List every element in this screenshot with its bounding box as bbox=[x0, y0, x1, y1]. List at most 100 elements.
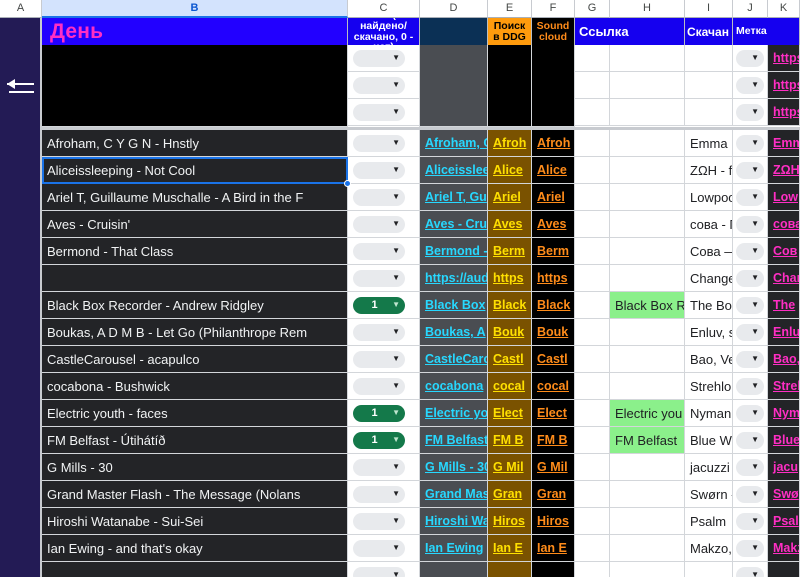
metka-cell[interactable]: ▼ bbox=[733, 211, 768, 238]
artist-cell[interactable]: Nyman bbox=[685, 400, 733, 427]
artist-cell[interactable]: Makzo, bbox=[685, 535, 733, 562]
metka-cell[interactable]: ▼ bbox=[348, 99, 419, 126]
metka-cell[interactable]: ▼ bbox=[348, 535, 420, 562]
track-title-cell[interactable] bbox=[42, 562, 348, 577]
track-title-cell[interactable]: Aliceissleeping - Not Cool bbox=[42, 157, 348, 184]
empty-cell[interactable] bbox=[610, 72, 685, 99]
metka-cell[interactable]: ▼ bbox=[733, 265, 768, 292]
empty-cell[interactable] bbox=[575, 427, 610, 454]
link-cell-k[interactable]: jacu bbox=[768, 454, 800, 481]
link-cell-d[interactable]: Grand Mas bbox=[420, 481, 488, 508]
downloaded-cell[interactable] bbox=[610, 265, 685, 292]
metka-cell[interactable]: ▼ bbox=[348, 265, 420, 292]
downloaded-cell[interactable] bbox=[610, 319, 685, 346]
dropdown-chip[interactable]: ▼ bbox=[736, 49, 764, 67]
link-cell-k[interactable]: Enlu bbox=[768, 319, 800, 346]
link-cell-e[interactable]: Berm bbox=[488, 238, 532, 265]
dropdown-chip[interactable]: ▼ bbox=[353, 161, 405, 179]
hyperlink[interactable]: Char bbox=[773, 271, 799, 285]
track-title-cell[interactable] bbox=[42, 265, 348, 292]
metka-cell[interactable]: ▼ bbox=[733, 238, 768, 265]
link-cell-d[interactable]: Ian Ewing bbox=[420, 535, 488, 562]
track-title-cell[interactable]: Ian Ewing - and that's okay bbox=[42, 535, 348, 562]
link-cell-e[interactable] bbox=[488, 562, 532, 577]
artist-cell[interactable] bbox=[685, 562, 733, 577]
downloaded-cell[interactable]: Black Box R bbox=[610, 292, 685, 319]
empty-cell[interactable] bbox=[575, 238, 610, 265]
hyperlink[interactable]: CastleCaro bbox=[425, 352, 487, 366]
link-cell-e[interactable]: Black bbox=[488, 292, 532, 319]
downloaded-cell[interactable] bbox=[610, 157, 685, 184]
empty-cell[interactable] bbox=[575, 184, 610, 211]
link-cell-e[interactable]: Ian E bbox=[488, 535, 532, 562]
link-cell-d[interactable]: Afroham, C bbox=[420, 130, 488, 157]
downloaded-cell[interactable] bbox=[610, 535, 685, 562]
link-cell-f[interactable]: Ian E bbox=[532, 535, 575, 562]
link-cell-k[interactable]: Makz bbox=[768, 535, 800, 562]
empty-cell[interactable] bbox=[575, 99, 610, 126]
dropdown-chip[interactable]: ▼ bbox=[353, 269, 405, 287]
empty-cell[interactable] bbox=[575, 373, 610, 400]
empty-cell[interactable] bbox=[575, 508, 610, 535]
link-cell-k[interactable]: ZΩH bbox=[768, 157, 800, 184]
hyperlink[interactable]: https bbox=[493, 271, 524, 285]
dropdown-chip[interactable]: ▼ bbox=[353, 512, 405, 530]
track-title-cell[interactable]: Ariel T, Guillaume Muschalle - A Bird in… bbox=[42, 184, 348, 211]
downloaded-cell[interactable] bbox=[610, 346, 685, 373]
track-title-cell[interactable]: Electric youth - faces bbox=[42, 400, 348, 427]
link-cell-e[interactable]: Bouk bbox=[488, 319, 532, 346]
link-cell-k[interactable]: Char bbox=[768, 265, 800, 292]
link-cell-f[interactable]: G Mil bbox=[532, 454, 575, 481]
track-title-cell[interactable]: Aves - Cruisin' bbox=[42, 211, 348, 238]
metka-cell[interactable]: ▼ bbox=[733, 157, 768, 184]
metka-cell[interactable]: ▼ bbox=[733, 562, 768, 577]
dropdown-chip[interactable]: ▼ bbox=[736, 188, 764, 206]
empty-cell[interactable] bbox=[575, 211, 610, 238]
hyperlink[interactable]: Bouk bbox=[537, 325, 568, 339]
hyperlink[interactable]: Ian E bbox=[537, 541, 567, 555]
artist-cell[interactable]: Change bbox=[685, 265, 733, 292]
link-cell-d[interactable]: Aves - Cru bbox=[420, 211, 488, 238]
metka-cell[interactable]: ▼ bbox=[733, 427, 768, 454]
hyperlink[interactable]: Berm bbox=[493, 244, 525, 258]
empty-cell[interactable] bbox=[575, 400, 610, 427]
dropdown-chip[interactable]: 1 ▼ bbox=[353, 431, 405, 449]
dropdown-chip[interactable]: ▼ bbox=[736, 161, 764, 179]
dropdown-chip[interactable]: ▼ bbox=[353, 350, 405, 368]
dropdown-chip[interactable]: 1 ▼ bbox=[353, 296, 405, 314]
link-cell-k[interactable]: Low bbox=[768, 184, 800, 211]
dropdown-chip[interactable]: ▼ bbox=[736, 242, 764, 260]
link-cell-k[interactable]: Bao, bbox=[768, 346, 800, 373]
link-cell-f[interactable]: Castl bbox=[532, 346, 575, 373]
hyperlink[interactable]: Castl bbox=[537, 352, 568, 366]
metka-cell[interactable]: ▼ bbox=[348, 184, 420, 211]
empty-cell[interactable] bbox=[575, 346, 610, 373]
artist-cell[interactable]: Blue W bbox=[685, 427, 733, 454]
hyperlink[interactable]: Ariel T, Gu bbox=[425, 190, 487, 204]
dropdown-chip[interactable]: ▼ bbox=[353, 49, 405, 67]
link-cell-f[interactable]: cocal bbox=[532, 373, 575, 400]
metka-cell[interactable]: ▼ bbox=[733, 481, 768, 508]
hyperlink[interactable]: Ariel bbox=[537, 190, 565, 204]
empty-cell[interactable] bbox=[575, 45, 610, 72]
track-title-cell[interactable]: Black Box Recorder - Andrew Ridgley bbox=[42, 292, 348, 319]
metka-cell[interactable]: ▼ bbox=[733, 184, 768, 211]
hyperlink[interactable]: Ian Ewing bbox=[425, 541, 483, 555]
hyperlink[interactable]: G Mil bbox=[537, 460, 568, 474]
link-cell-d[interactable]: Electric yo bbox=[420, 400, 488, 427]
link-cell-f[interactable]: Aves bbox=[532, 211, 575, 238]
artist-cell[interactable]: Bao, Ve bbox=[685, 346, 733, 373]
hyperlink[interactable]: Aves bbox=[537, 217, 566, 231]
metka-cell[interactable]: ▼ bbox=[733, 292, 768, 319]
empty-cell[interactable] bbox=[610, 99, 685, 126]
link-cell-f[interactable]: Hiros bbox=[532, 508, 575, 535]
link-cell-f[interactable]: Afroh bbox=[532, 130, 575, 157]
selection-fill-handle[interactable] bbox=[344, 180, 351, 187]
hyperlink[interactable]: cocal bbox=[493, 379, 525, 393]
dropdown-chip[interactable]: ▼ bbox=[353, 215, 405, 233]
hyperlink[interactable]: jacu bbox=[773, 460, 798, 474]
track-title-cell[interactable]: G Mills - 30 bbox=[42, 454, 348, 481]
dropdown-chip[interactable]: ▼ bbox=[736, 458, 764, 476]
dropdown-chip[interactable]: ▼ bbox=[736, 215, 764, 233]
dropdown-chip[interactable]: ▼ bbox=[736, 350, 764, 368]
